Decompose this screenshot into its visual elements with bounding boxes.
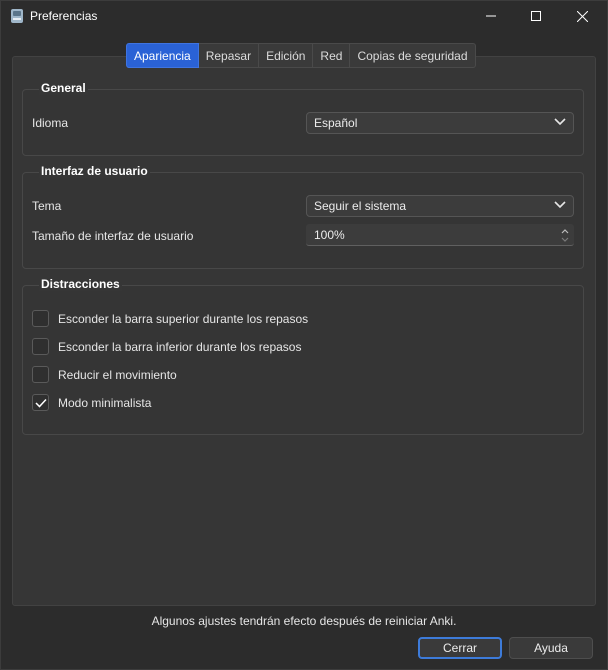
- reduce-motion-option[interactable]: Reducir el movimiento: [32, 366, 177, 383]
- general-group-title: General: [39, 81, 88, 95]
- tab-repasar[interactable]: Repasar: [198, 43, 260, 68]
- minimalist-mode-checkbox[interactable]: [32, 394, 49, 411]
- restart-note: Algunos ajustes tendrán efecto después d…: [151, 614, 457, 628]
- preferences-window: Preferencias Apariencia Repasar Edición …: [0, 0, 608, 670]
- ui-size-label: Tamaño de interfaz de usuario: [32, 229, 194, 243]
- tab-red[interactable]: Red: [313, 43, 351, 68]
- tab-copias-de-seguridad[interactable]: Copias de seguridad: [350, 43, 476, 68]
- help-button[interactable]: Ayuda: [509, 637, 593, 659]
- chevron-down-icon: [554, 201, 566, 209]
- ui-size-spinbox[interactable]: 100%: [306, 224, 574, 246]
- hide-top-bar-label: Esconder la barra superior durante los r…: [58, 311, 309, 326]
- minimalist-mode-option[interactable]: Modo minimalista: [32, 394, 151, 411]
- title-bar[interactable]: Preferencias: [1, 1, 607, 31]
- language-select[interactable]: Español: [306, 112, 574, 134]
- distractions-group-title: Distracciones: [39, 277, 122, 291]
- language-label: Idioma: [32, 116, 69, 130]
- maximize-icon: [531, 11, 541, 21]
- ui-size-value: 100%: [314, 228, 345, 242]
- anki-app-icon: [10, 8, 24, 24]
- maximize-button[interactable]: [513, 1, 559, 31]
- minimize-icon: [486, 15, 496, 17]
- tab-apariencia[interactable]: Apariencia: [126, 43, 199, 68]
- distractions-group: Distracciones Esconder la barra superior…: [22, 277, 584, 435]
- close-dialog-button[interactable]: Cerrar: [418, 637, 502, 659]
- tab-bar: Apariencia Repasar Edición Red Copias de…: [126, 43, 476, 68]
- theme-select[interactable]: Seguir el sistema: [306, 195, 574, 217]
- hide-bottom-bar-checkbox[interactable]: [32, 338, 49, 355]
- hide-bottom-bar-label: Esconder la barra inferior durante los r…: [58, 339, 302, 354]
- general-group: General Idioma Español: [22, 81, 584, 156]
- checkmark-icon: [34, 398, 47, 408]
- user-interface-group-title: Interfaz de usuario: [39, 164, 150, 178]
- spin-arrows-icon[interactable]: [560, 226, 570, 244]
- reduce-motion-checkbox[interactable]: [32, 366, 49, 383]
- hide-top-bar-checkbox[interactable]: [32, 310, 49, 327]
- hide-top-bar-option[interactable]: Esconder la barra superior durante los r…: [32, 310, 308, 327]
- minimize-button[interactable]: [468, 1, 514, 31]
- chevron-down-icon: [554, 118, 566, 126]
- tab-edicion[interactable]: Edición: [259, 43, 314, 68]
- theme-select-value: Seguir el sistema: [314, 199, 407, 213]
- minimalist-mode-label: Modo minimalista: [58, 395, 152, 410]
- close-button[interactable]: [559, 1, 605, 31]
- close-icon: [576, 10, 588, 22]
- language-select-value: Español: [314, 116, 358, 130]
- user-interface-group: Interfaz de usuario Tema Seguir el siste…: [22, 164, 584, 269]
- theme-label: Tema: [32, 199, 62, 213]
- hide-bottom-bar-option[interactable]: Esconder la barra inferior durante los r…: [32, 338, 301, 355]
- window-title: Preferencias: [30, 9, 98, 23]
- reduce-motion-label: Reducir el movimiento: [58, 367, 177, 382]
